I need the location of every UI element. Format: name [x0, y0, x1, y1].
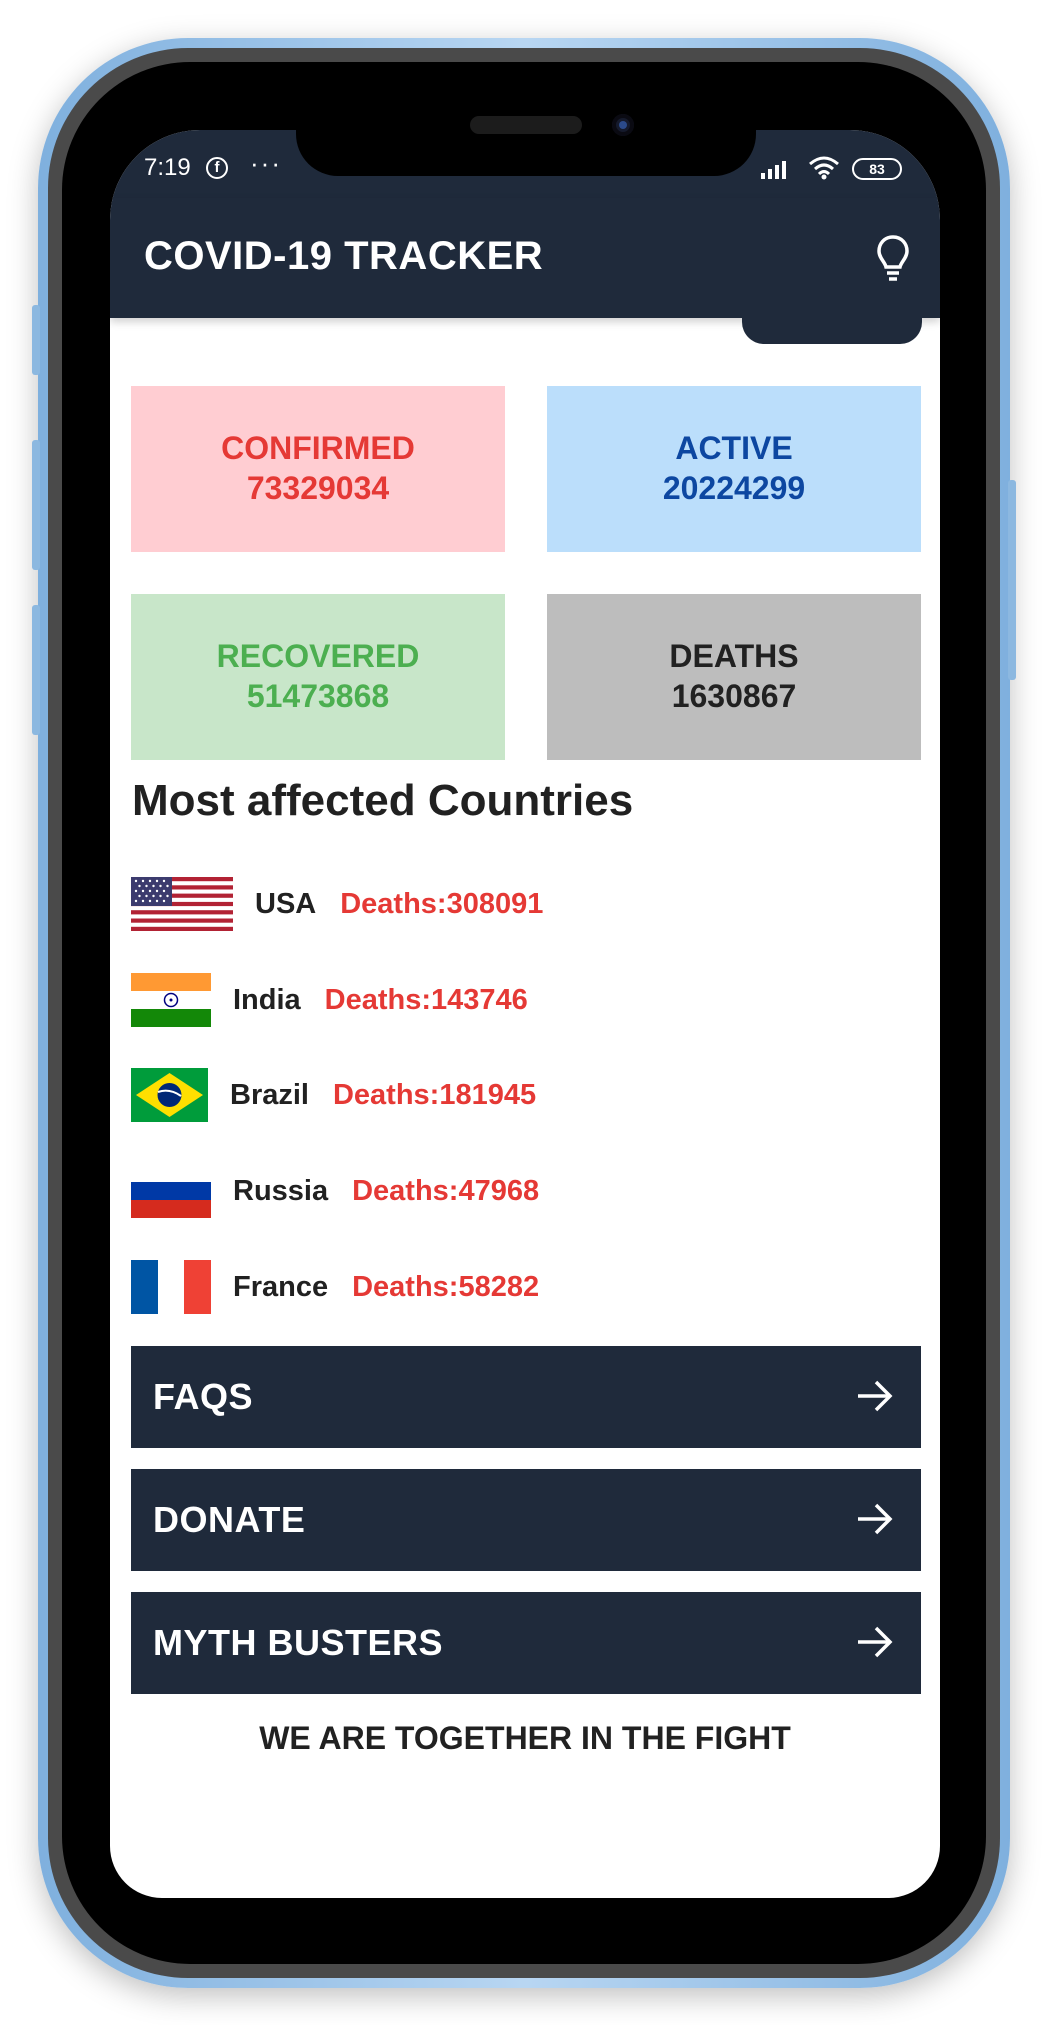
russia-flag-icon — [131, 1164, 211, 1218]
usa-flag-icon — [131, 877, 233, 931]
country-name: Russia — [233, 1174, 329, 1207]
country-deaths: Deaths:58282 — [352, 1270, 540, 1303]
deaths-label: DEATHS — [669, 638, 799, 674]
arrow-right-icon — [858, 1503, 893, 1535]
country-row: Brazil Deaths:181945 — [131, 1067, 536, 1123]
appbar-tab-decoration — [742, 316, 922, 344]
more-notifications-icon: ··· — [250, 148, 282, 178]
active-label: ACTIVE — [675, 430, 793, 466]
confirmed-value: 73329034 — [246, 470, 390, 506]
country-name: Brazil — [230, 1078, 309, 1111]
front-camera-icon — [612, 114, 634, 136]
donate-button[interactable]: DONATE — [131, 1469, 921, 1571]
country-row: Russia Deaths:47968 — [131, 1163, 539, 1219]
country-name: USA — [255, 887, 317, 920]
france-flag-icon — [131, 1260, 211, 1314]
country-deaths: Deaths:143746 — [324, 983, 528, 1016]
faqs-button[interactable]: FAQS — [131, 1346, 921, 1448]
country-deaths: Deaths:308091 — [340, 887, 544, 920]
confirmed-label: CONFIRMED — [221, 430, 415, 466]
confirmed-card: CONFIRMED 73329034 — [131, 386, 505, 552]
arrow-right-icon — [858, 1626, 893, 1658]
section-title: Most affected Countries — [132, 776, 634, 825]
country-row: France Deaths:58282 — [131, 1259, 539, 1315]
app-screen: 7:19 f ··· 83 COVID-19 TRACKER CONFIRMED… — [110, 130, 940, 1898]
app-title: COVID-19 TRACKER — [144, 234, 544, 278]
country-row: USA Deaths:308091 — [131, 876, 543, 932]
country-row: India Deaths:143746 — [131, 972, 528, 1028]
phone-speaker — [470, 116, 582, 134]
deaths-card: DEATHS 1630867 — [547, 594, 921, 760]
country-deaths: Deaths:47968 — [352, 1174, 540, 1207]
country-name: France — [233, 1270, 329, 1303]
myth-busters-button[interactable]: MYTH BUSTERS — [131, 1592, 921, 1694]
active-value: 20224299 — [662, 470, 806, 506]
india-flag-icon — [131, 973, 211, 1027]
signal-icon — [761, 161, 786, 179]
phone-notch — [296, 100, 756, 176]
donate-label: DONATE — [153, 1499, 306, 1540]
brazil-flag-icon — [131, 1068, 208, 1122]
recovered-label: RECOVERED — [216, 638, 420, 674]
country-deaths: Deaths:181945 — [332, 1078, 537, 1111]
myth-busters-label: MYTH BUSTERS — [153, 1622, 444, 1663]
phone-volume-down-button — [32, 605, 40, 735]
country-name: India — [233, 983, 301, 1016]
arrow-right-icon — [858, 1380, 893, 1412]
facebook-notification-icon: f — [206, 157, 228, 179]
recovered-value: 51473868 — [246, 678, 390, 714]
lightbulb-icon[interactable] — [876, 234, 910, 282]
active-card: ACTIVE 20224299 — [547, 386, 921, 552]
phone-volume-up-button — [32, 440, 40, 570]
status-time: 7:19 — [144, 154, 191, 181]
deaths-value: 1630867 — [671, 678, 797, 714]
recovered-card: RECOVERED 51473868 — [131, 594, 505, 760]
faqs-label: FAQS — [153, 1376, 254, 1417]
footer-slogan: WE ARE TOGETHER IN THE FIGHT — [259, 1720, 791, 1756]
wifi-icon — [809, 156, 839, 180]
battery-icon: 83 — [852, 158, 902, 180]
phone-side-button — [32, 305, 40, 375]
phone-power-button — [1008, 480, 1016, 680]
app-bar: COVID-19 TRACKER — [110, 198, 940, 318]
